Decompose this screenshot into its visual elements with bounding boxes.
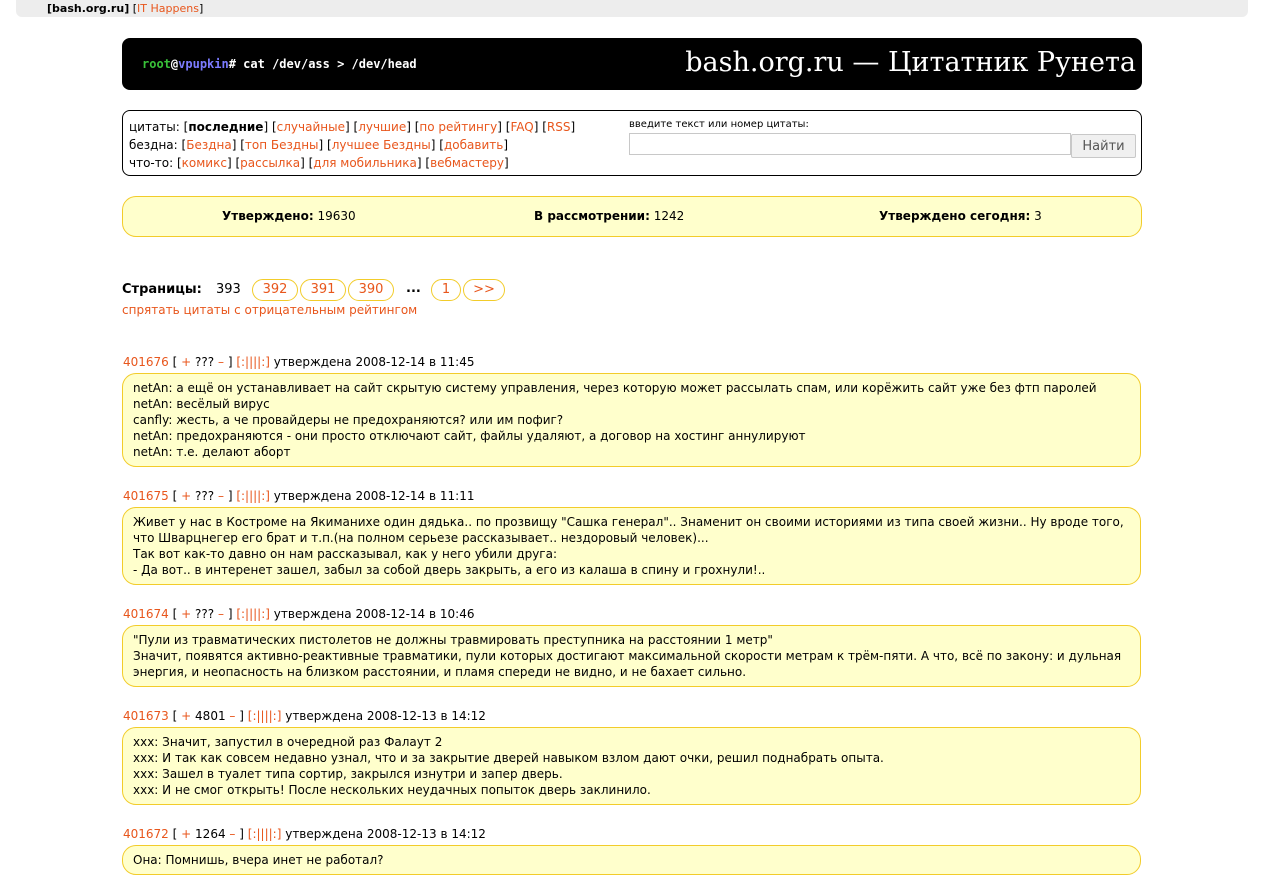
site-link[interactable]: bash.org.ru <box>52 2 124 15</box>
quote-header: 401674 [ + ??? – ] [:||||:] утверждена 2… <box>123 607 475 621</box>
menu-item-2-2[interactable]: для мобильника <box>313 156 417 170</box>
site-header: root@vpupkin# cat /dev/ass > /dev/head b… <box>122 38 1142 90</box>
page-next-button[interactable]: >> <box>463 279 505 301</box>
bayan-button[interactable]: [:||||:] <box>236 607 270 621</box>
quote-header: 401672 [ + 1264 – ] [:||||:] утверждена … <box>123 827 486 841</box>
search-button[interactable]: Найти <box>1071 134 1136 158</box>
quote-header: 401673 [ + 4801 – ] [:||||:] утверждена … <box>123 709 486 723</box>
menu-item-2-1[interactable]: рассылка <box>240 156 300 170</box>
vote-plus-button[interactable]: + <box>181 827 191 841</box>
menu-item-1-3[interactable]: добавить <box>444 138 503 152</box>
vote-minus-button[interactable]: – <box>218 489 224 503</box>
quote-rating: ??? <box>195 355 215 369</box>
menu-row-label: что-то: <box>129 156 174 170</box>
quote-id-link[interactable]: 401674 <box>123 607 169 621</box>
quote-date: утверждена 2008-12-13 в 14:12 <box>285 709 486 723</box>
quote-date: утверждена 2008-12-14 в 11:11 <box>273 489 475 503</box>
quote-line: Значит, появятся активно-реактивные трав… <box>133 649 1122 679</box>
quote-line: xxx: Значит, запустил в очередной раз Фа… <box>133 735 443 749</box>
quote-rating: 1264 <box>195 827 226 841</box>
bayan-button[interactable]: [:||||:] <box>236 489 270 503</box>
vote-minus-button[interactable]: – <box>229 709 235 723</box>
quote-id-link[interactable]: 401676 <box>123 355 169 369</box>
quote-line: "Пули из травматических пистолетов не до… <box>133 633 773 647</box>
menu-row: что-то: [комикс] [рассылка] [для мобильн… <box>129 156 509 170</box>
bayan-button[interactable]: [:||||:] <box>248 709 282 723</box>
quote-line: netAn: предохраняются - они просто отклю… <box>133 429 806 443</box>
quote-line: canfly: жесть, а че провайдеры не предох… <box>133 413 564 427</box>
menu-item-0-2[interactable]: лучшие <box>358 120 406 134</box>
page-link-390[interactable]: 390 <box>348 279 394 301</box>
search-input[interactable] <box>629 133 1071 155</box>
menu-item-0-3[interactable]: по рейтингу <box>419 120 497 134</box>
quote-rating: ??? <box>195 607 215 621</box>
menu-item-0-0[interactable]: последние <box>188 120 263 134</box>
page-link-392[interactable]: 392 <box>252 279 298 301</box>
quote-id-link[interactable]: 401675 <box>123 489 169 503</box>
quote-rating: 4801 <box>195 709 226 723</box>
menu-item-0-5[interactable]: RSS <box>547 120 571 134</box>
bayan-button[interactable]: [:||||:] <box>236 355 270 369</box>
main-menu: цитаты: [последние] [случайные] [лучшие]… <box>129 118 575 172</box>
quote-line: xxx: Зашел в туалет типа сортир, закрылс… <box>133 767 563 781</box>
quote-line: Так вот как-то давно он нам рассказывал,… <box>133 547 558 561</box>
vote-plus-button[interactable]: + <box>181 607 191 621</box>
quote-date: утверждена 2008-12-14 в 11:45 <box>273 355 475 369</box>
quote-date: утверждена 2008-12-13 в 14:12 <box>285 827 486 841</box>
menu-item-1-1[interactable]: топ Бездны <box>245 138 319 152</box>
menu-item-2-3[interactable]: вебмастеру <box>430 156 504 170</box>
quote-id-link[interactable]: 401673 <box>123 709 169 723</box>
menu-row: бездна: [Бездна] [топ Бездны] [лучшее Бе… <box>129 138 508 152</box>
stats-bar: Утверждено: 19630 В рассмотрении: 1242 У… <box>122 196 1142 237</box>
stat-pending: В рассмотрении: 1242 <box>534 209 685 223</box>
page-link-first[interactable]: 1 <box>431 279 461 301</box>
current-page: 393 <box>216 282 241 297</box>
pages-ellipsis: ... <box>406 281 421 296</box>
vote-minus-button[interactable]: – <box>218 355 224 369</box>
quote-id-link[interactable]: 401672 <box>123 827 169 841</box>
quote-rating: ??? <box>195 489 215 503</box>
menu-row-label: цитаты: <box>129 120 180 134</box>
menu-item-0-4[interactable]: FAQ <box>510 120 533 134</box>
quote-header: 401675 [ + ??? – ] [:||||:] утверждена 2… <box>123 489 475 503</box>
hide-negative-link[interactable]: спрятать цитаты с отрицательным рейтинго… <box>122 303 417 317</box>
quote-text: xxx: Значит, запустил в очередной раз Фа… <box>122 727 1141 805</box>
stat-approved: Утверждено: 19630 <box>222 209 356 223</box>
quote-line: netAn: а ещё он устанавливает на сайт ск… <box>133 381 1097 395</box>
menu-item-1-2[interactable]: лучшее Бездны <box>332 138 431 152</box>
search-form: введите текст или номер цитаты: Найти <box>629 119 1136 158</box>
quote-header: 401676 [ + ??? – ] [:||||:] утверждена 2… <box>123 355 475 369</box>
quote-line: netAn: весёлый вирус <box>133 397 270 411</box>
vote-plus-button[interactable]: + <box>181 489 191 503</box>
vote-minus-button[interactable]: – <box>229 827 235 841</box>
vote-plus-button[interactable]: + <box>181 709 191 723</box>
vote-plus-button[interactable]: + <box>181 355 191 369</box>
quote-text: netAn: а ещё он устанавливает на сайт ск… <box>122 373 1141 467</box>
page-link-391[interactable]: 391 <box>300 279 346 301</box>
quote-text: Она: Помнишь, вчера инет не работал? <box>122 845 1141 875</box>
quote-text: Живет у нас в Костроме на Якиманихе один… <box>122 507 1141 585</box>
pages-label: Страницы: <box>122 282 202 297</box>
search-label: введите текст или номер цитаты: <box>629 119 809 130</box>
quote-line: xxx: И так как совсем недавно узнал, что… <box>133 751 884 765</box>
quote-line: xxx: И не смог открыть! После нескольких… <box>133 783 651 797</box>
menu-row-label: бездна: <box>129 138 178 152</box>
navigation-box: цитаты: [последние] [случайные] [лучшие]… <box>122 110 1142 176</box>
quote-line: Живет у нас в Костроме на Якиманихе один… <box>133 515 1124 545</box>
top-strip: [bash.org.ru] [IT Happens] <box>16 0 1248 17</box>
stat-today: Утверждено сегодня: 3 <box>879 209 1042 223</box>
menu-item-0-1[interactable]: случайные <box>277 120 345 134</box>
bayan-button[interactable]: [:||||:] <box>248 827 282 841</box>
quote-date: утверждена 2008-12-14 в 10:46 <box>273 607 475 621</box>
menu-item-2-0[interactable]: комикс <box>182 156 227 170</box>
menu-row: цитаты: [последние] [случайные] [лучшие]… <box>129 120 576 134</box>
vote-minus-button[interactable]: – <box>218 607 224 621</box>
menu-item-1-0[interactable]: Бездна <box>186 138 232 152</box>
it-happens-link[interactable]: IT Happens <box>137 2 199 15</box>
quote-line: - Да вот.. в интеренет зашел, забыл за с… <box>133 563 766 577</box>
quote-text: "Пули из травматических пистолетов не до… <box>122 625 1141 687</box>
shell-prompt: root@vpupkin# cat /dev/ass > /dev/head <box>142 57 417 71</box>
site-title[interactable]: bash.org.ru — Цитатник Рунета <box>685 47 1136 78</box>
quote-line: netAn: т.е. делают аборт <box>133 445 291 459</box>
